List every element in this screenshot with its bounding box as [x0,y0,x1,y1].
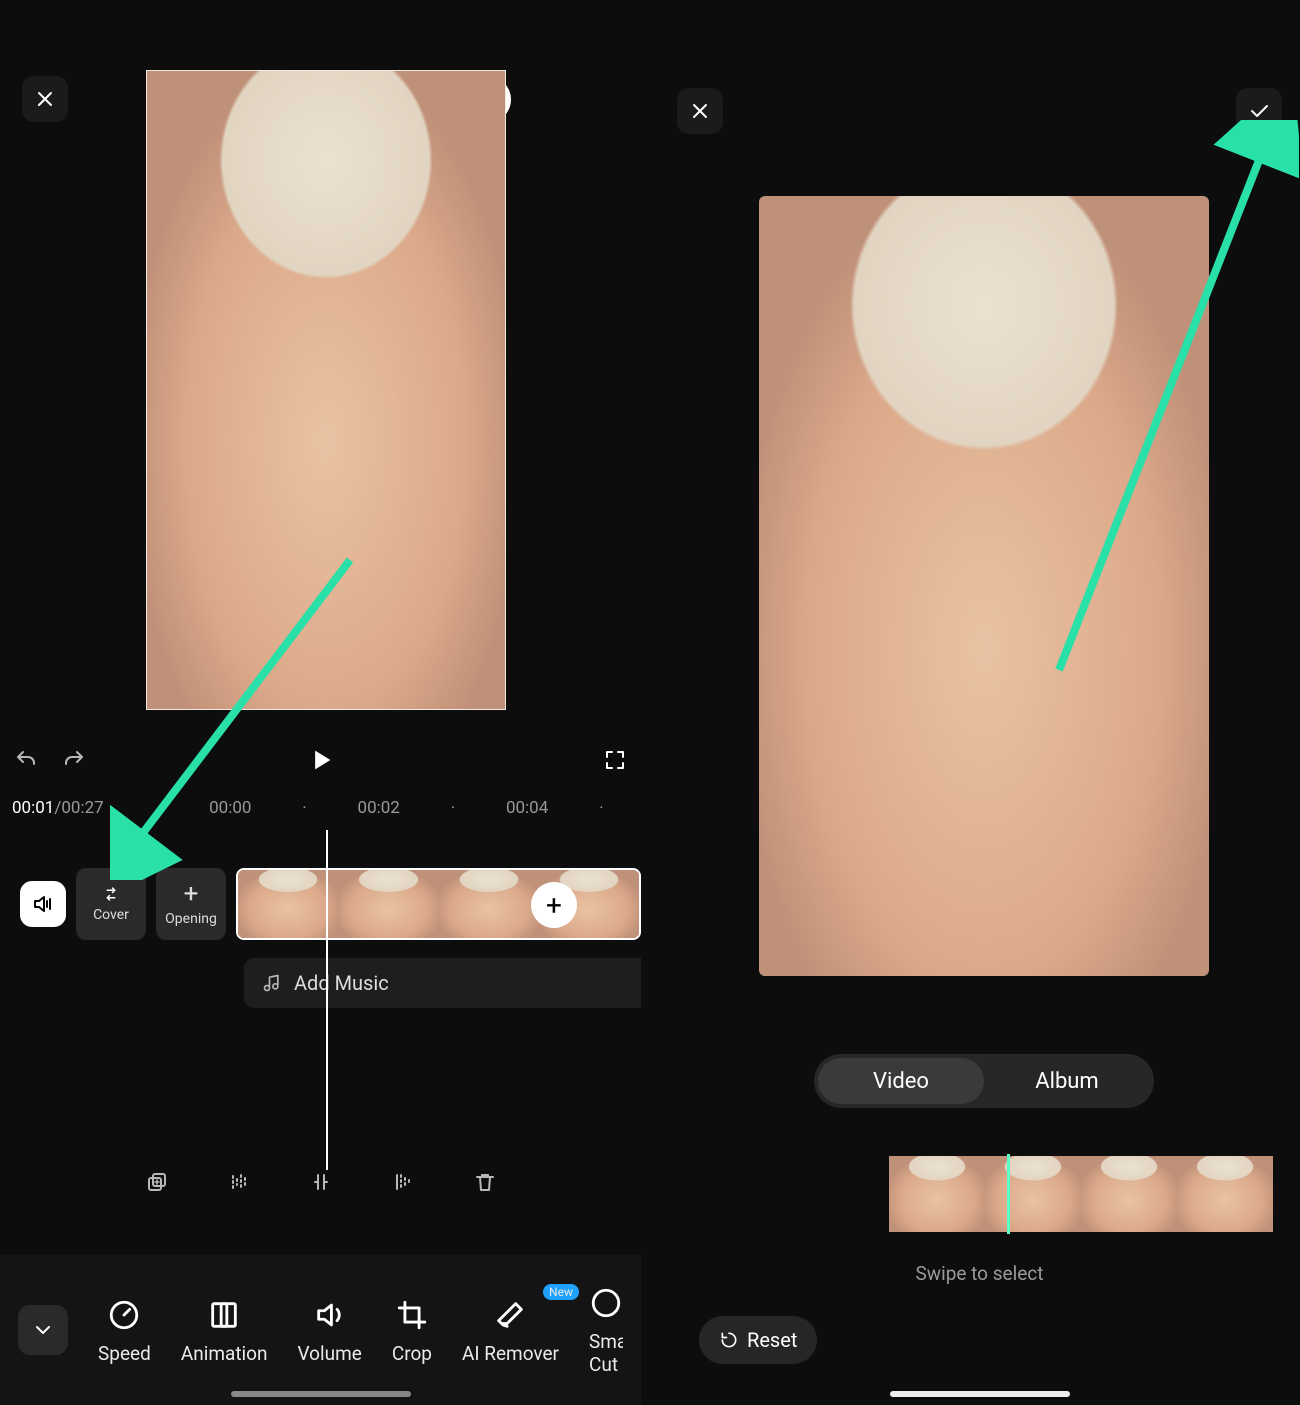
video-clip[interactable]: 27.8s + [236,868,641,940]
home-indicator [231,1391,411,1397]
confirm-button[interactable] [1236,88,1282,134]
frame-strip[interactable] [889,1156,1300,1232]
animation-icon [207,1298,241,1332]
opening-tile[interactable]: + Opening [156,868,226,940]
tab-video[interactable]: Video [818,1058,984,1104]
music-icon [262,973,282,993]
reset-button[interactable]: Reset [699,1316,817,1364]
tool-ai-remover[interactable]: New AI Remover [462,1296,559,1365]
collapse-button[interactable] [18,1305,68,1355]
cover-label: Cover [93,907,129,923]
cover-tile[interactable]: Cover [76,868,146,940]
swap-icon [102,885,120,903]
undo-button[interactable] [14,748,38,772]
fullscreen-button[interactable] [603,748,627,772]
close-icon [688,99,712,123]
eraser-icon [493,1298,527,1332]
split-left-button[interactable] [227,1170,251,1194]
add-music-label: Add Music [294,971,389,995]
timeline-ruler: 00:01/00:27 00:00 · 00:02 · 00:04 · [12,798,629,818]
tool-animation[interactable]: Animation [181,1296,268,1365]
reset-icon [719,1330,739,1350]
redo-button[interactable] [62,748,86,772]
add-music-button[interactable]: Add Music [244,958,641,1008]
timeline-track: Cover + Opening 27.8s + [0,868,641,940]
tab-album[interactable]: Album [984,1058,1150,1104]
mute-button[interactable] [20,881,66,927]
add-clip-button[interactable]: + [531,882,577,928]
home-indicator [890,1391,1070,1397]
frame-marker[interactable] [1007,1154,1010,1234]
tool-volume[interactable]: Volume [298,1296,362,1365]
tool-crop[interactable]: Crop [392,1296,432,1365]
time-total: /00:27 [54,798,103,818]
copy-button[interactable] [145,1170,169,1194]
check-icon [1247,99,1271,123]
chevron-down-icon [31,1318,55,1342]
source-tabs: Video Album [814,1054,1154,1108]
cover-preview [759,196,1209,976]
close-button[interactable] [677,88,723,134]
crop-icon [395,1298,429,1332]
speed-icon [107,1298,141,1332]
opening-label: Opening [165,911,217,927]
playback-controls [14,735,627,785]
tool-smart-cut[interactable]: Smart Cut [589,1284,623,1376]
smart-cut-icon [589,1286,623,1320]
editor-screen: Pro Export 00:01/00:27 00:00 · 00:02 · 0… [0,0,641,1405]
playhead[interactable] [326,830,328,1170]
tool-speed[interactable]: Speed [98,1296,151,1365]
clip-actions [0,1170,641,1226]
close-icon [33,87,57,111]
delete-button[interactable] [473,1170,497,1194]
play-button[interactable] [307,746,335,774]
hint-text: Swipe to select [659,1262,1300,1285]
volume-tool-icon [313,1298,347,1332]
volume-icon [31,892,55,916]
new-badge: New [543,1284,579,1300]
split-right-button[interactable] [391,1170,415,1194]
close-button[interactable] [22,76,68,122]
cover-picker-screen: Video Album Swipe to select Reset [659,0,1300,1405]
tool-bar: Speed Animation Volume Crop New AI Remov… [0,1255,641,1405]
video-preview[interactable] [146,70,506,710]
time-current: 00:01 [12,798,54,818]
split-button[interactable] [309,1170,333,1194]
